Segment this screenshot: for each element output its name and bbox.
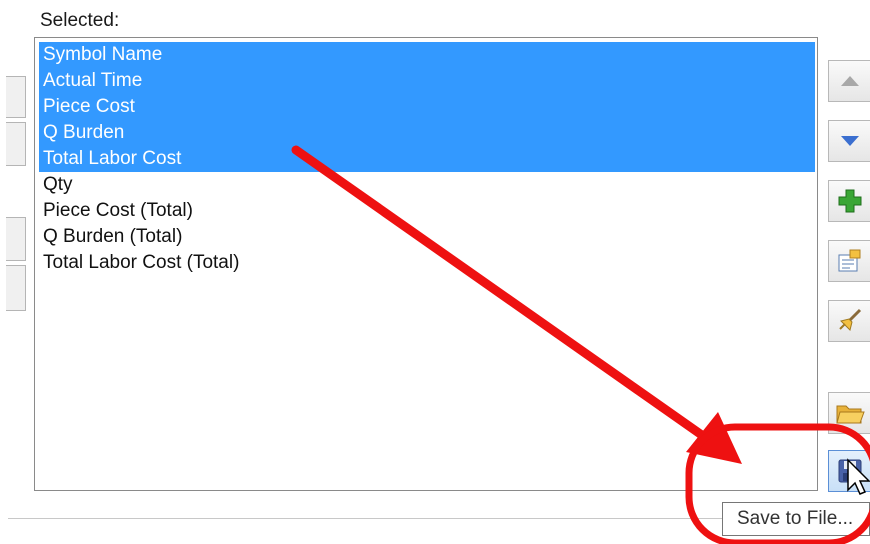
list-item[interactable]: Total Labor Cost: [39, 146, 815, 172]
open-folder-icon: [836, 405, 865, 424]
save-to-file-tooltip: Save to File...: [722, 502, 870, 536]
clear-icon: [839, 308, 862, 331]
properties-icon: [838, 249, 861, 272]
move-up-button[interactable]: [828, 60, 870, 102]
save-disk-icon: [838, 459, 862, 483]
open-file-button[interactable]: [828, 392, 870, 434]
left-button-4[interactable]: [6, 265, 26, 311]
left-button-2[interactable]: [6, 122, 26, 166]
list-item[interactable]: Piece Cost (Total): [39, 198, 815, 224]
selected-label: Selected:: [40, 10, 120, 31]
list-item[interactable]: Piece Cost: [39, 94, 815, 120]
left-button-3[interactable]: [6, 217, 26, 261]
move-down-icon: [841, 136, 859, 146]
left-button-1[interactable]: [6, 76, 26, 118]
list-item[interactable]: Actual Time: [39, 68, 815, 94]
selected-columns-list[interactable]: Symbol Name Actual Time Piece Cost Q Bur…: [34, 37, 818, 491]
add-button[interactable]: [828, 180, 870, 222]
list-item[interactable]: Total Labor Cost (Total): [39, 250, 815, 276]
list-item[interactable]: Symbol Name: [39, 42, 815, 68]
list-item[interactable]: Q Burden: [39, 120, 815, 146]
save-to-file-button[interactable]: [828, 450, 870, 492]
list-item[interactable]: Q Burden (Total): [39, 224, 815, 250]
properties-button[interactable]: [828, 240, 870, 282]
list-item[interactable]: Qty: [39, 172, 815, 198]
clear-button[interactable]: [828, 300, 870, 342]
add-icon: [838, 189, 862, 213]
move-up-icon: [841, 76, 859, 86]
move-down-button[interactable]: [828, 120, 870, 162]
